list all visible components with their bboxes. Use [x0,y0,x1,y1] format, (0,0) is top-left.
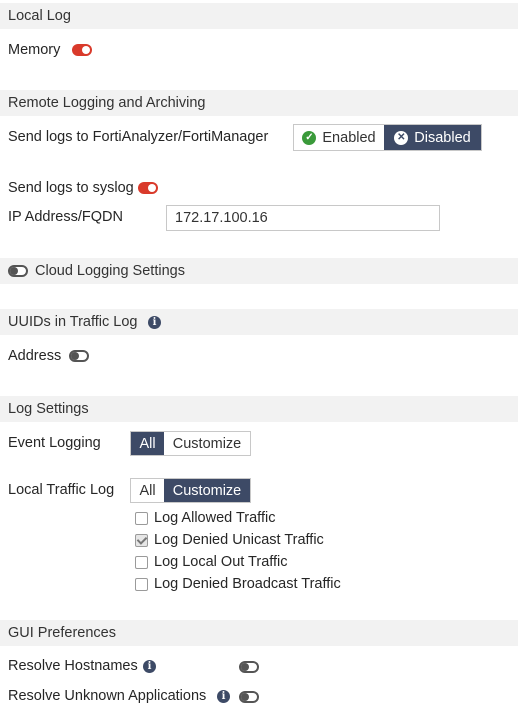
cloud-logging-toggle[interactable] [8,265,28,277]
resolve-apps-toggle[interactable] [239,691,259,703]
traffic-customize-option[interactable]: Customize [164,479,250,502]
resolve-hostnames-toggle[interactable] [239,661,259,673]
memory-label: Memory [8,42,61,58]
section-header-gui-preferences: GUI Preferences [0,620,518,646]
checkbox[interactable] [135,533,148,547]
info-icon[interactable]: i [217,690,230,703]
traffic-all-option[interactable]: All [131,479,164,502]
event-customize-option[interactable]: Customize [164,432,250,455]
cloud-logging-label: Cloud Logging Settings [35,263,185,279]
event-logging-label: Event Logging [8,435,101,451]
uuids-title: UUIDs in Traffic Log [8,314,138,330]
resolve-apps-label: Resolve Unknown Applications [8,688,207,704]
checkbox-label: Log Local Out Traffic [154,554,288,570]
x-circle-icon: ✕ [394,130,409,145]
checkbox-row[interactable]: Log Denied Unicast Traffic [135,530,324,550]
ip-address-input[interactable]: 172.17.100.16 [166,205,440,231]
forti-enabled-label: Enabled [322,129,376,146]
checkbox-label: Log Denied Broadcast Traffic [154,576,341,592]
section-header-local-log: Local Log [0,3,518,29]
info-icon[interactable]: i [148,316,161,329]
event-logging-segmented-control: All Customize [130,431,251,456]
checkbox-label: Log Allowed Traffic [154,510,276,526]
address-toggle[interactable] [69,350,89,362]
local-traffic-log-label: Local Traffic Log [8,482,115,498]
checkbox-label: Log Denied Unicast Traffic [154,532,324,548]
syslog-label: Send logs to syslog [8,180,134,196]
checkbox-row[interactable]: Log Local Out Traffic [135,552,288,572]
memory-toggle[interactable] [72,44,92,56]
section-header-remote-logging: Remote Logging and Archiving [0,90,518,116]
address-label: Address [8,348,62,364]
forti-enabled-option[interactable]: ✓ Enabled [294,125,384,150]
checkbox[interactable] [135,555,148,569]
section-header-uuids: UUIDs in Traffic Log [0,309,518,335]
checkbox-row[interactable]: Log Denied Broadcast Traffic [135,574,341,594]
forti-segmented-control: ✓ Enabled ✕ Disabled [293,124,482,151]
checkbox[interactable] [135,577,148,591]
traffic-segmented-control: All Customize [130,478,251,503]
checkbox-row[interactable]: Log Allowed Traffic [135,508,275,528]
forti-disabled-option[interactable]: ✕ Disabled [384,125,481,150]
check-circle-icon: ✓ [302,130,317,145]
ip-address-label: IP Address/FQDN [8,209,123,225]
event-all-option[interactable]: All [131,432,164,455]
forti-disabled-label: Disabled [414,129,471,146]
syslog-toggle[interactable] [138,182,158,194]
info-icon[interactable]: i [143,660,156,673]
forti-label: Send logs to FortiAnalyzer/FortiManager [8,129,269,145]
cloud-logging-bar: Cloud Logging Settings [0,258,518,284]
resolve-hostnames-label: Resolve Hostnames [8,658,138,674]
section-header-log-settings: Log Settings [0,396,518,422]
checkbox[interactable] [135,511,148,525]
